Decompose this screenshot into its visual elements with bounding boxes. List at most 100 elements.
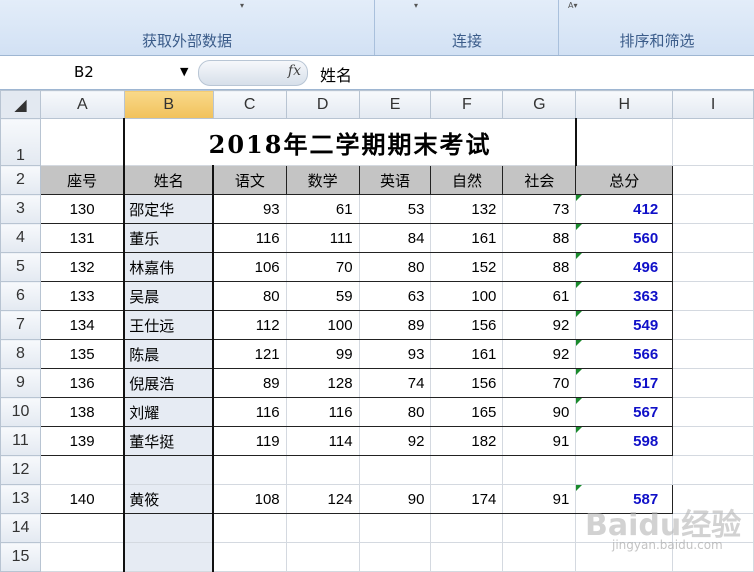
name-cell[interactable]: 刘耀	[123, 397, 215, 427]
cell[interactable]: 116	[212, 397, 287, 427]
name-cell[interactable]: 林嘉伟	[123, 252, 215, 282]
column-header[interactable]: C	[212, 90, 287, 119]
row-header[interactable]: 12	[0, 455, 41, 485]
row-header[interactable]: 2	[0, 165, 41, 195]
cell[interactable]	[672, 339, 754, 369]
cell[interactable]: 100	[430, 281, 504, 311]
header-cell[interactable]: 语文	[212, 165, 287, 195]
select-all-corner[interactable]: ◢	[0, 90, 41, 119]
row-header[interactable]: 8	[0, 339, 41, 369]
cell[interactable]: 152	[430, 252, 504, 282]
name-cell[interactable]: 董华挺	[123, 426, 215, 456]
ribbon-group-sort-filter[interactable]: A▾ 排序和筛选	[560, 0, 754, 55]
cell[interactable]	[672, 368, 754, 398]
header-cell[interactable]: 数学	[285, 165, 360, 195]
name-cell[interactable]: 吴晨	[123, 281, 215, 311]
cell[interactable]	[672, 397, 754, 427]
cell[interactable]: 116	[212, 223, 287, 253]
header-cell[interactable]: 座号	[39, 165, 125, 195]
cell[interactable]: 63	[358, 281, 432, 311]
total-cell[interactable]: 567	[575, 397, 674, 427]
cell[interactable]: 111	[285, 223, 360, 253]
cell[interactable]: 73	[502, 194, 577, 224]
row-header[interactable]: 13	[0, 484, 41, 514]
ribbon-group-get-external-data[interactable]: ▾ 获取外部数据	[0, 0, 375, 55]
cell[interactable]: 89	[212, 368, 287, 398]
cell[interactable]: 119	[212, 426, 287, 456]
cell[interactable]	[123, 513, 215, 543]
cell[interactable]	[358, 455, 432, 485]
cell[interactable]: 161	[430, 223, 504, 253]
cell[interactable]: 161	[430, 339, 504, 369]
cell[interactable]	[575, 455, 674, 485]
insert-function-control[interactable]: fx	[198, 60, 308, 86]
cell[interactable]: 53	[358, 194, 432, 224]
row-header[interactable]: 7	[0, 310, 41, 340]
cell[interactable]	[123, 542, 215, 572]
cell[interactable]: 139	[39, 426, 125, 456]
cell[interactable]: 61	[502, 281, 577, 311]
cell[interactable]	[39, 513, 125, 543]
header-cell[interactable]: 社会	[502, 165, 577, 195]
cell[interactable]: 84	[358, 223, 432, 253]
cell[interactable]: 88	[502, 223, 577, 253]
cell[interactable]	[672, 194, 754, 224]
cell[interactable]	[672, 118, 754, 166]
cell[interactable]	[39, 455, 125, 485]
header-cell[interactable]: 总分	[575, 165, 674, 195]
name-box[interactable]: B2 ▼	[4, 61, 194, 83]
cell[interactable]	[285, 542, 360, 572]
chevron-down-icon[interactable]: ▼	[180, 65, 188, 78]
cell[interactable]: 112	[212, 310, 287, 340]
cell[interactable]: 135	[39, 339, 125, 369]
name-cell[interactable]: 陈晨	[123, 339, 215, 369]
cell[interactable]: 114	[285, 426, 360, 456]
cell[interactable]: 90	[502, 397, 577, 427]
cell[interactable]: 91	[502, 484, 577, 514]
cell[interactable]	[430, 542, 504, 572]
column-header[interactable]: F	[430, 90, 504, 119]
cell[interactable]	[502, 455, 577, 485]
cell[interactable]	[672, 455, 754, 485]
cell[interactable]	[39, 542, 125, 572]
sheet-title[interactable]: 2018年二学期期末考试	[123, 118, 577, 166]
cell[interactable]: 133	[39, 281, 125, 311]
total-cell[interactable]: 598	[575, 426, 674, 456]
cell[interactable]: 128	[285, 368, 360, 398]
cell[interactable]	[672, 281, 754, 311]
cell[interactable]	[672, 426, 754, 456]
header-cell[interactable]: 姓名	[123, 165, 215, 195]
column-header-selected[interactable]: B	[123, 90, 214, 119]
column-header[interactable]: G	[502, 90, 577, 119]
cell[interactable]	[212, 542, 287, 572]
cell[interactable]: 116	[285, 397, 360, 427]
cell[interactable]	[212, 455, 287, 485]
name-cell[interactable]: 倪展浩	[123, 368, 215, 398]
cell[interactable]	[430, 513, 504, 543]
cell[interactable]	[672, 223, 754, 253]
cell[interactable]: 138	[39, 397, 125, 427]
row-header[interactable]: 10	[0, 397, 41, 427]
cell[interactable]: 99	[285, 339, 360, 369]
cell[interactable]	[285, 513, 360, 543]
cell[interactable]: 93	[358, 339, 432, 369]
cell[interactable]: 92	[502, 310, 577, 340]
header-cell[interactable]: 英语	[358, 165, 432, 195]
dropdown-arrow-icon[interactable]: ▾	[240, 1, 244, 10]
cell[interactable]	[358, 513, 432, 543]
total-cell[interactable]: 496	[575, 252, 674, 282]
cell[interactable]: 93	[212, 194, 287, 224]
total-cell[interactable]: 566	[575, 339, 674, 369]
row-header[interactable]: 15	[0, 542, 41, 572]
cell[interactable]: 136	[39, 368, 125, 398]
cell[interactable]: 156	[430, 368, 504, 398]
cell[interactable]: 100	[285, 310, 360, 340]
cell[interactable]	[39, 118, 125, 166]
cell[interactable]	[502, 513, 577, 543]
row-header[interactable]: 6	[0, 281, 41, 311]
total-cell[interactable]: 363	[575, 281, 674, 311]
cell[interactable]	[575, 118, 674, 166]
cell[interactable]: 140	[39, 484, 125, 514]
row-header[interactable]: 3	[0, 194, 41, 224]
cell[interactable]: 91	[502, 426, 577, 456]
